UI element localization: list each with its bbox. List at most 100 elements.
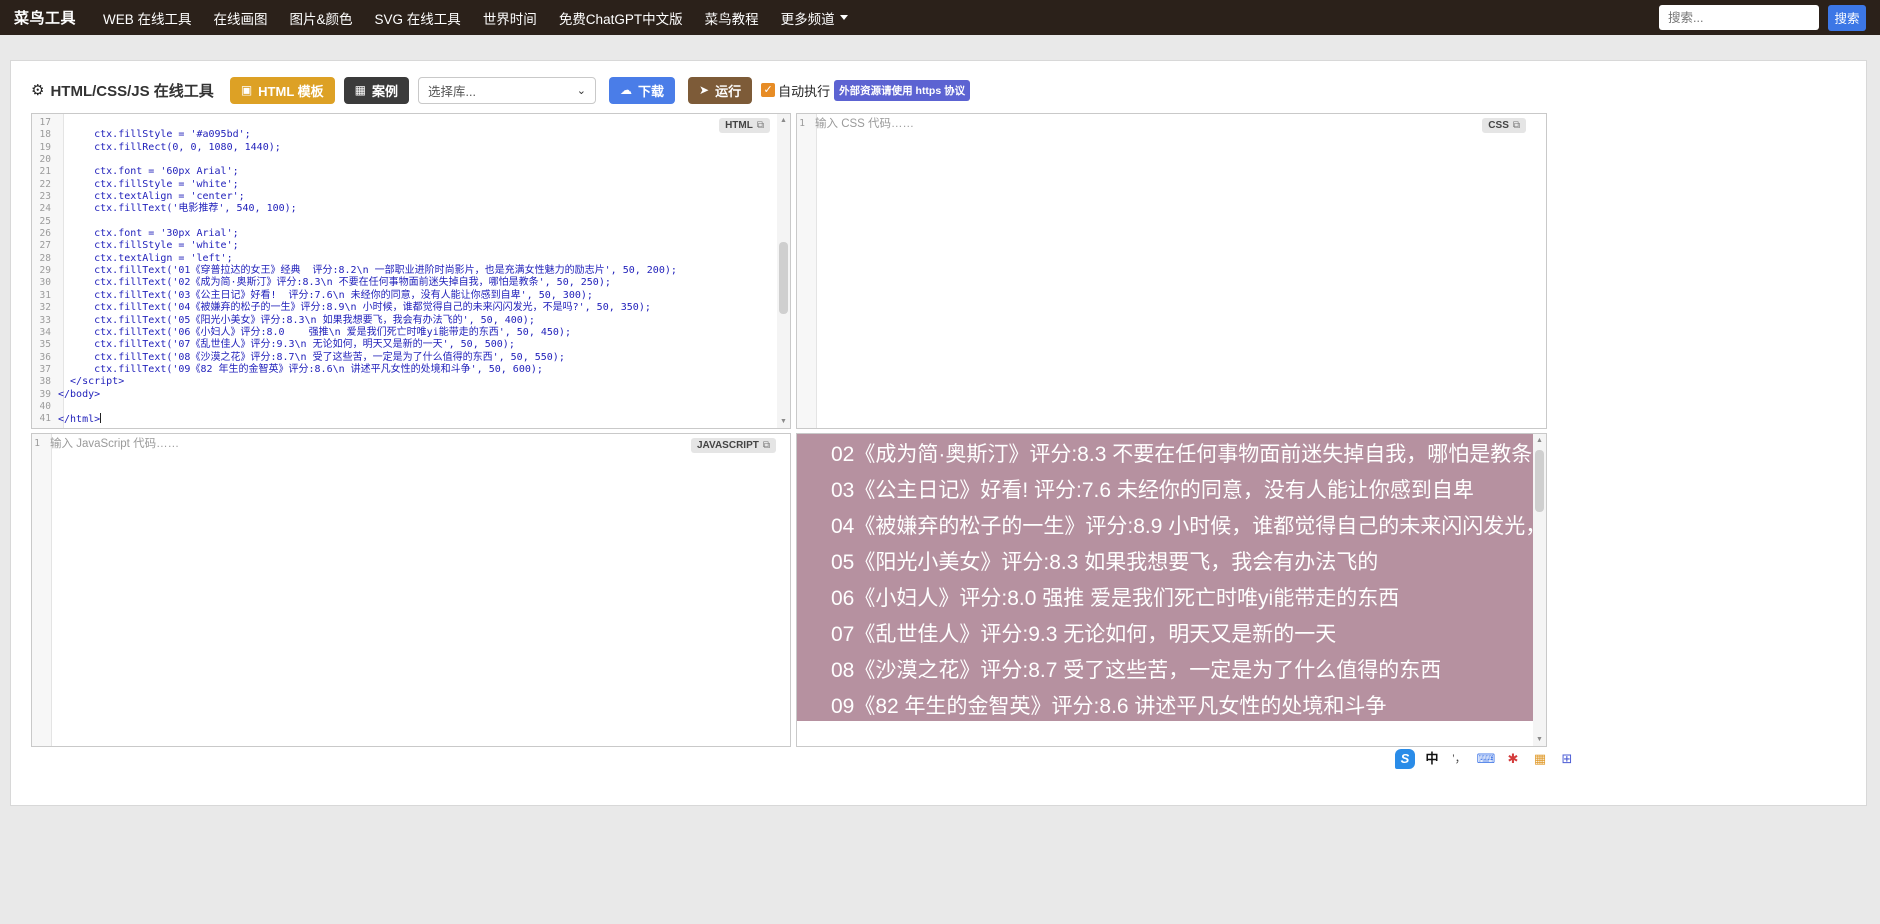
line-number: 27 xyxy=(32,240,58,252)
line-number: 41 xyxy=(32,413,58,425)
code-line: 33 ctx.fillText('05《阳光小美女》评分:8.3\n 如果我想要… xyxy=(32,315,776,327)
search-input[interactable] xyxy=(1659,5,1819,30)
code-line: 37 ctx.fillText('09《82 年生的金智英》评分:8.6\n 讲… xyxy=(32,364,776,376)
css-panel-badge[interactable]: CSS ⧉ xyxy=(1482,118,1526,133)
preview-text-line: 03《公主日记》好看! 评分:7.6 未经你的同意，没有人能让你感到自卑 xyxy=(797,473,1533,509)
line-number: 20 xyxy=(32,154,58,166)
css-editor-panel: 1 输入 CSS 代码…… CSS ⧉ xyxy=(796,113,1547,429)
js-panel-badge[interactable]: JAVASCRIPT ⧉ xyxy=(691,438,776,453)
copy-icon: ⧉ xyxy=(1513,120,1520,131)
code-line: 19 ctx.fillRect(0, 0, 1080, 1440); xyxy=(32,142,776,154)
code-line: 40 xyxy=(32,401,776,413)
navbar-item[interactable]: WEB 在线工具 xyxy=(92,8,203,28)
code-text: ctx.fillRect(0, 0, 1080, 1440); xyxy=(58,142,281,154)
code-line: 25 xyxy=(32,216,776,228)
line-number: 37 xyxy=(32,364,58,376)
html-panel-badge[interactable]: HTML ⧉ xyxy=(719,118,770,133)
scrollbar-thumb[interactable] xyxy=(1535,450,1544,512)
line-number: 34 xyxy=(32,327,58,339)
site-logo[interactable]: 菜鸟工具 xyxy=(14,7,76,28)
css-code-area[interactable]: 1 输入 CSS 代码…… xyxy=(797,117,914,131)
line-number: 33 xyxy=(32,315,58,327)
code-text: </html> xyxy=(58,413,101,425)
page-title: ⚙ HTML/CSS/JS 在线工具 xyxy=(31,80,214,101)
cloud-download-icon: ☁ xyxy=(620,83,632,97)
navbar-item[interactable]: 图片&颜色 xyxy=(279,8,364,28)
code-line: 34 ctx.fillText('06《小妇人》评分:8.0 强推\n 爱是我们… xyxy=(32,327,776,339)
scrollbar-thumb[interactable] xyxy=(779,242,788,314)
navbar-item[interactable]: 菜鸟教程 xyxy=(694,8,770,28)
line-number: 25 xyxy=(32,216,58,228)
code-line: 38 </script> xyxy=(32,376,776,388)
navbar-menu: WEB 在线工具在线画图图片&颜色SVG 在线工具世界时间免费ChatGPT中文… xyxy=(92,8,770,28)
code-line: 41 </html> xyxy=(32,413,776,425)
template-icon: ▣ xyxy=(241,83,252,97)
code-text: ctx.fillText('02《成为简·奥斯汀》评分:8.3\n 不要在任何事… xyxy=(58,277,611,289)
grid-icon[interactable]: ▦ xyxy=(1530,749,1550,769)
punctuation-icon[interactable]: ’， xyxy=(1449,749,1469,769)
tool-icon[interactable]: ✱ xyxy=(1503,749,1523,769)
line-number-gutter xyxy=(32,434,52,746)
line-number: 19 xyxy=(32,142,58,154)
html-editor-scrollbar[interactable]: ▲ ▼ xyxy=(777,114,790,428)
scroll-up-icon[interactable]: ▲ xyxy=(1533,434,1546,447)
preview-text-line: 05《阳光小美女》评分:8.3 如果我想要飞，我会有办法飞的 xyxy=(797,545,1533,581)
keyboard-icon[interactable]: ⌨ xyxy=(1476,749,1496,769)
tool-container: ⚙ HTML/CSS/JS 在线工具 ▣ HTML 模板 ▦ 案例 选择库...… xyxy=(10,60,1867,806)
case-button[interactable]: ▦ 案例 xyxy=(344,77,409,104)
top-navbar: 菜鸟工具 WEB 在线工具在线画图图片&颜色SVG 在线工具世界时间免费Chat… xyxy=(0,0,1880,35)
code-line: 32 ctx.fillText('04《被嫌弃的松子的一生》评分:8.9\n 小… xyxy=(32,302,776,314)
autorun-toggle[interactable]: ✓ 自动执行 xyxy=(761,81,830,100)
code-text: </body> xyxy=(58,389,100,401)
scroll-up-icon[interactable]: ▲ xyxy=(777,114,790,127)
navbar-item[interactable]: 在线画图 xyxy=(203,8,279,28)
line-number: 17 xyxy=(32,117,58,129)
toolbox-icon[interactable]: ⊞ xyxy=(1557,749,1577,769)
scroll-down-icon[interactable]: ▼ xyxy=(777,415,790,428)
line-number: 1 xyxy=(797,117,811,131)
code-text: ctx.fillText('电影推荐', 540, 100); xyxy=(58,203,297,215)
code-line: 29 ctx.fillText('01《穿普拉达的女王》经典 评分:8.2\n … xyxy=(32,265,776,277)
code-text: </script> xyxy=(58,376,124,388)
preview-text-line: 06《小妇人》评分:8.0 强推 爱是我们死亡时唯yi能带走的东西 xyxy=(797,581,1533,617)
code-text: ctx.fillText('07《乱世佳人》评分:9.3\n 无论如何，明天又是… xyxy=(58,339,515,351)
chinese-mode-icon[interactable]: 中 xyxy=(1422,749,1442,769)
line-number: 40 xyxy=(32,401,58,413)
navbar-item[interactable]: SVG 在线工具 xyxy=(364,8,472,28)
ime-toolbar: S 中 ’， ⌨ ✱ ▦ ⊞ xyxy=(1395,748,1577,770)
sogou-logo-icon[interactable]: S xyxy=(1395,749,1415,769)
download-button[interactable]: ☁ 下载 xyxy=(609,77,675,104)
code-text: ctx.fillText('01《穿普拉达的女王》经典 评分:8.2\n 一部职… xyxy=(58,265,677,277)
html-template-button[interactable]: ▣ HTML 模板 xyxy=(230,77,335,104)
navbar-item[interactable]: 免费ChatGPT中文版 xyxy=(548,8,694,28)
line-number: 32 xyxy=(32,302,58,314)
line-number: 31 xyxy=(32,290,58,302)
line-number: 28 xyxy=(32,253,58,265)
preview-scrollbar[interactable]: ▲ ▼ xyxy=(1533,434,1546,746)
code-line: 22 ctx.fillStyle = 'white'; xyxy=(32,179,776,191)
preview-text-line: 08《沙漠之花》评分:8.7 受了这些苦，一定是为了什么值得的东西 xyxy=(797,653,1533,689)
line-number: 22 xyxy=(32,179,58,191)
code-text: ctx.fillStyle = 'white'; xyxy=(58,179,239,191)
run-button[interactable]: ➤ 运行 xyxy=(688,77,752,104)
js-code-area[interactable]: 1 输入 JavaScript 代码…… xyxy=(32,437,179,451)
code-line: 23 ctx.textAlign = 'center'; xyxy=(32,191,776,203)
https-notice-badge: 外部资源请使用 https 协议 xyxy=(834,80,970,101)
library-select[interactable]: 选择库... ⌄ xyxy=(418,77,596,104)
search-button[interactable]: 搜索 xyxy=(1828,5,1866,31)
code-line: 31 ctx.fillText('03《公主日记》好看! 评分:7.6\n 未经… xyxy=(32,290,776,302)
code-text: ctx.fillText('04《被嫌弃的松子的一生》评分:8.9\n 小时候，… xyxy=(58,302,651,314)
code-text: ctx.fillText('06《小妇人》评分:8.0 强推\n 爱是我们死亡时… xyxy=(58,327,571,339)
code-line: 35 ctx.fillText('07《乱世佳人》评分:9.3\n 无论如何，明… xyxy=(32,339,776,351)
preview-canvas: 02《成为简·奥斯汀》评分:8.3 不要在任何事物面前迷失掉自我，哪怕是教条 0… xyxy=(797,434,1533,721)
line-number: 30 xyxy=(32,277,58,289)
navbar-item[interactable]: 世界时间 xyxy=(472,8,548,28)
autorun-checkbox[interactable]: ✓ xyxy=(761,83,775,97)
scroll-down-icon[interactable]: ▼ xyxy=(1533,733,1546,746)
html-code-area[interactable]: 17 18 ctx.fillStyle = '#a095bd'; 19 ctx.… xyxy=(32,117,776,426)
preview-text-line: 09《82 年生的金智英》评分:8.6 讲述平凡女性的处境和斗争 xyxy=(797,689,1533,721)
html-editor-panel: 17 18 ctx.fillStyle = '#a095bd'; 19 ctx.… xyxy=(31,113,791,429)
code-line: 26 ctx.font = '30px Arial'; xyxy=(32,228,776,240)
navbar-item-more[interactable]: 更多频道 xyxy=(770,8,859,28)
code-line: 18 ctx.fillStyle = '#a095bd'; xyxy=(32,129,776,141)
